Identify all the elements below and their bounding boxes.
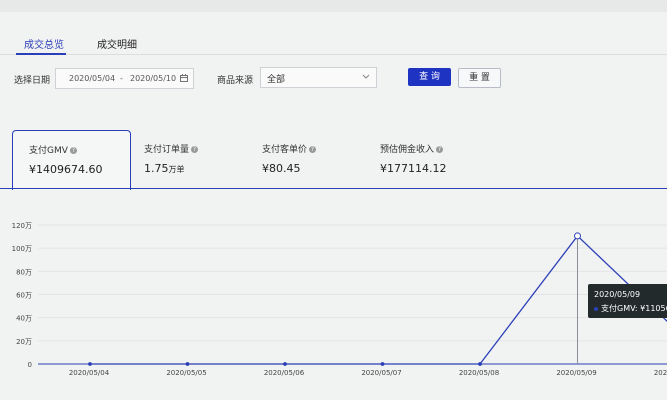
metric-baseline xyxy=(0,188,667,189)
series-dot-icon xyxy=(594,306,598,311)
gmv-line-chart[interactable]: 0 20万 40万 60万 80万 100万 120万 2020/05/04 2020/05/0… xyxy=(0,210,667,400)
x-tick-label: 2020/05/06 xyxy=(264,369,305,377)
help-icon[interactable]: ? xyxy=(191,146,199,153)
help-icon[interactable]: ? xyxy=(69,147,77,154)
tooltip-date: 2020/05/09 xyxy=(594,290,641,299)
y-tick-label: 40万 xyxy=(16,315,32,323)
x-tick-label: 2020/05/04 xyxy=(69,369,110,377)
data-point xyxy=(380,362,385,366)
data-point xyxy=(88,362,92,366)
metric-title: 支付订单量? xyxy=(144,145,199,155)
metric-value: ¥1409674.60 xyxy=(29,163,103,176)
x-tick-label: 2020/05/05 xyxy=(166,369,206,377)
window-top-strip xyxy=(0,0,667,12)
y-tick-label: 80万 xyxy=(16,268,32,276)
date-start[interactable]: 2020/05/04 xyxy=(69,74,115,83)
metric-title: 支付客单价? xyxy=(262,145,317,155)
date-range-picker[interactable]: 2020/05/04 - 2020/05/10 xyxy=(55,68,194,89)
metric-card-commission[interactable]: 预估佣金收入? ¥177114.12 xyxy=(366,130,496,189)
chart-tooltip: 2020/05/09 支付GMV: ¥110564 xyxy=(588,284,667,318)
y-tick-label: 100万 xyxy=(12,245,32,253)
chevron-down-icon xyxy=(362,74,370,79)
y-tick-label: 120万 xyxy=(12,222,32,230)
source-select-value: 全部 xyxy=(267,75,286,85)
metric-card-orders[interactable]: 支付订单量? 1.75万单 xyxy=(130,130,247,189)
metric-value: 1.75万单 xyxy=(144,162,185,175)
date-separator: - xyxy=(120,74,123,83)
reset-button[interactable]: 重 置 xyxy=(458,68,501,88)
x-tick-label: 2020/05/10 xyxy=(654,369,667,377)
tab-overview[interactable]: 成交总览 xyxy=(24,36,64,51)
active-tab-indicator xyxy=(16,53,66,55)
metric-title: 支付GMV? xyxy=(29,146,77,156)
tooltip-value: 支付GMV: ¥110564 xyxy=(594,303,667,314)
date-end[interactable]: 2020/05/10 xyxy=(130,74,176,83)
calendar-icon[interactable] xyxy=(180,74,188,82)
metric-cards: 支付GMV? ¥1409674.60 支付订单量? 1.75万单 支付客单价? … xyxy=(0,130,667,190)
help-icon[interactable]: ? xyxy=(436,146,444,153)
data-point xyxy=(283,362,287,366)
metric-value: ¥80.45 xyxy=(262,162,301,175)
tab-details[interactable]: 成交明细 xyxy=(97,36,137,51)
source-select[interactable]: 全部 xyxy=(260,67,377,88)
help-icon[interactable]: ? xyxy=(309,146,317,153)
date-label: 选择日期 xyxy=(14,76,51,86)
y-tick-label: 20万 xyxy=(16,338,32,346)
series-line xyxy=(90,234,667,365)
y-tick-label: 0 xyxy=(28,361,32,369)
x-tick-label: 2020/05/09 xyxy=(556,369,596,377)
metric-title: 预估佣金收入? xyxy=(380,145,444,155)
source-label: 商品来源 xyxy=(217,76,254,86)
query-button[interactable]: 查 询 xyxy=(408,68,451,86)
tab-bar: 成交总览 成交明细 xyxy=(0,30,667,55)
x-tick-label: 2020/05/08 xyxy=(459,369,499,377)
metric-card-gmv[interactable]: 支付GMV? ¥1409674.60 xyxy=(12,130,131,190)
data-point xyxy=(185,362,190,366)
data-point xyxy=(574,232,581,240)
data-point xyxy=(478,362,482,366)
x-tick-label: 2020/05/07 xyxy=(361,369,401,377)
metric-value: ¥177114.12 xyxy=(380,162,447,175)
metric-card-avg-price[interactable]: 支付客单价? ¥80.45 xyxy=(248,130,365,189)
y-tick-label: 60万 xyxy=(16,292,32,300)
